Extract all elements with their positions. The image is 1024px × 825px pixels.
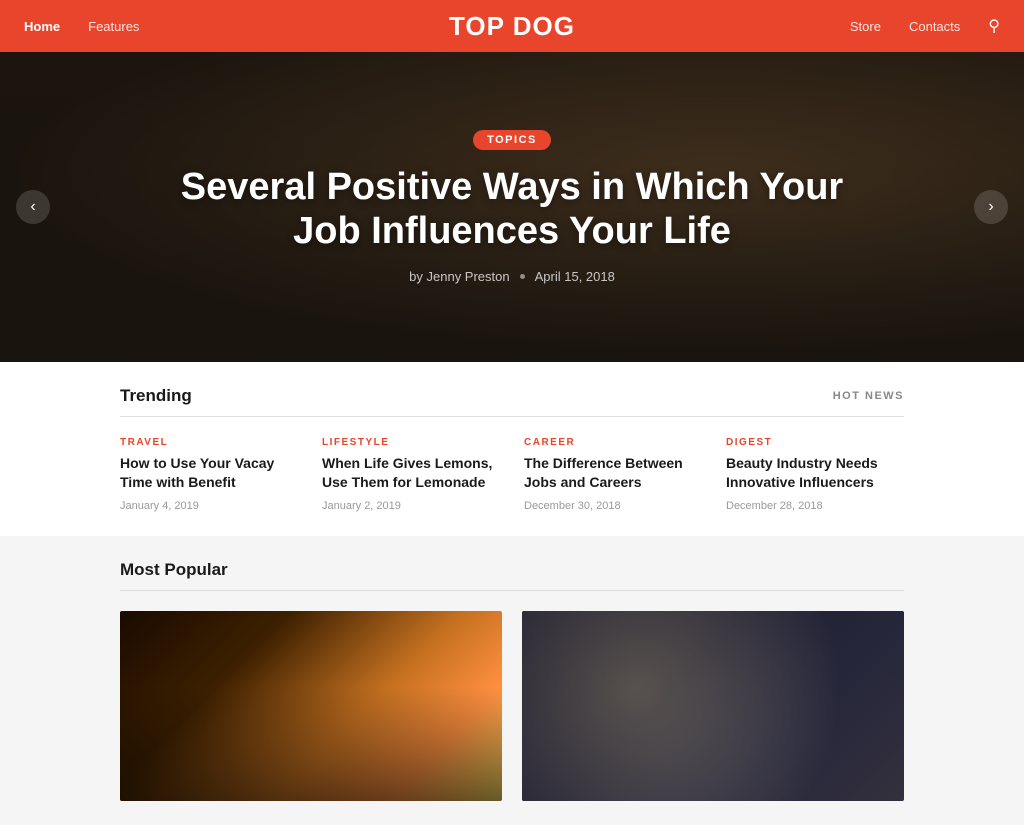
hero-date: April 15, 2018 bbox=[535, 269, 615, 284]
trending-category: LIFESTYLE bbox=[322, 437, 500, 448]
trending-section: Trending HOT NEWS TRAVEL How to Use Your… bbox=[0, 362, 1024, 536]
hero-dot bbox=[520, 274, 525, 279]
hero-title: Several Positive Ways in Which Your Job … bbox=[162, 166, 862, 253]
trending-title: Trending bbox=[120, 386, 192, 406]
hot-news-label: HOT NEWS bbox=[833, 390, 904, 402]
nav-home[interactable]: Home bbox=[24, 19, 60, 34]
most-popular-header: Most Popular bbox=[120, 560, 904, 591]
trending-category: CAREER bbox=[524, 437, 702, 448]
trending-item[interactable]: TRAVEL How to Use Your Vacay Time with B… bbox=[120, 437, 298, 512]
trending-grid: TRAVEL How to Use Your Vacay Time with B… bbox=[120, 437, 904, 512]
popular-grid bbox=[120, 611, 904, 801]
trending-category: TRAVEL bbox=[120, 437, 298, 448]
nav-contacts[interactable]: Contacts bbox=[909, 19, 960, 34]
trending-article-title: When Life Gives Lemons, Use Them for Lem… bbox=[322, 454, 500, 492]
site-header: Home Features TOP DOG Store Contacts ⚲ bbox=[0, 0, 1024, 52]
trending-category: DIGEST bbox=[726, 437, 904, 448]
nav-store[interactable]: Store bbox=[850, 19, 881, 34]
trending-article-title: How to Use Your Vacay Time with Benefit bbox=[120, 454, 298, 492]
trending-date: January 2, 2019 bbox=[322, 500, 500, 512]
hero-next-button[interactable]: › bbox=[974, 190, 1008, 224]
nav-left: Home Features bbox=[24, 19, 139, 34]
trending-header: Trending HOT NEWS bbox=[120, 386, 904, 417]
hero-badge: TOPICS bbox=[473, 130, 551, 150]
trending-item[interactable]: LIFESTYLE When Life Gives Lemons, Use Th… bbox=[322, 437, 500, 512]
trending-article-title: Beauty Industry Needs Innovative Influen… bbox=[726, 454, 904, 492]
hero-prev-button[interactable]: ‹ bbox=[16, 190, 50, 224]
trending-item[interactable]: DIGEST Beauty Industry Needs Innovative … bbox=[726, 437, 904, 512]
most-popular-section: Most Popular bbox=[0, 536, 1024, 825]
popular-card-2[interactable] bbox=[522, 611, 904, 801]
hero-content: TOPICS Several Positive Ways in Which Yo… bbox=[162, 130, 862, 284]
trending-article-title: The Difference Between Jobs and Careers bbox=[524, 454, 702, 492]
search-button[interactable]: ⚲ bbox=[988, 16, 1000, 36]
hero-meta: by Jenny Preston April 15, 2018 bbox=[409, 269, 615, 284]
nav-right: Store Contacts ⚲ bbox=[850, 16, 1000, 36]
trending-date: January 4, 2019 bbox=[120, 500, 298, 512]
hero-section: ‹ TOPICS Several Positive Ways in Which … bbox=[0, 52, 1024, 362]
trending-item[interactable]: CAREER The Difference Between Jobs and C… bbox=[524, 437, 702, 512]
trending-date: December 28, 2018 bbox=[726, 500, 904, 512]
popular-card-1[interactable] bbox=[120, 611, 502, 801]
most-popular-title: Most Popular bbox=[120, 560, 228, 580]
trending-date: December 30, 2018 bbox=[524, 500, 702, 512]
nav-features[interactable]: Features bbox=[88, 19, 139, 34]
search-icon: ⚲ bbox=[988, 18, 1000, 35]
site-title: TOP DOG bbox=[449, 11, 575, 42]
hero-author: by Jenny Preston bbox=[409, 269, 509, 284]
